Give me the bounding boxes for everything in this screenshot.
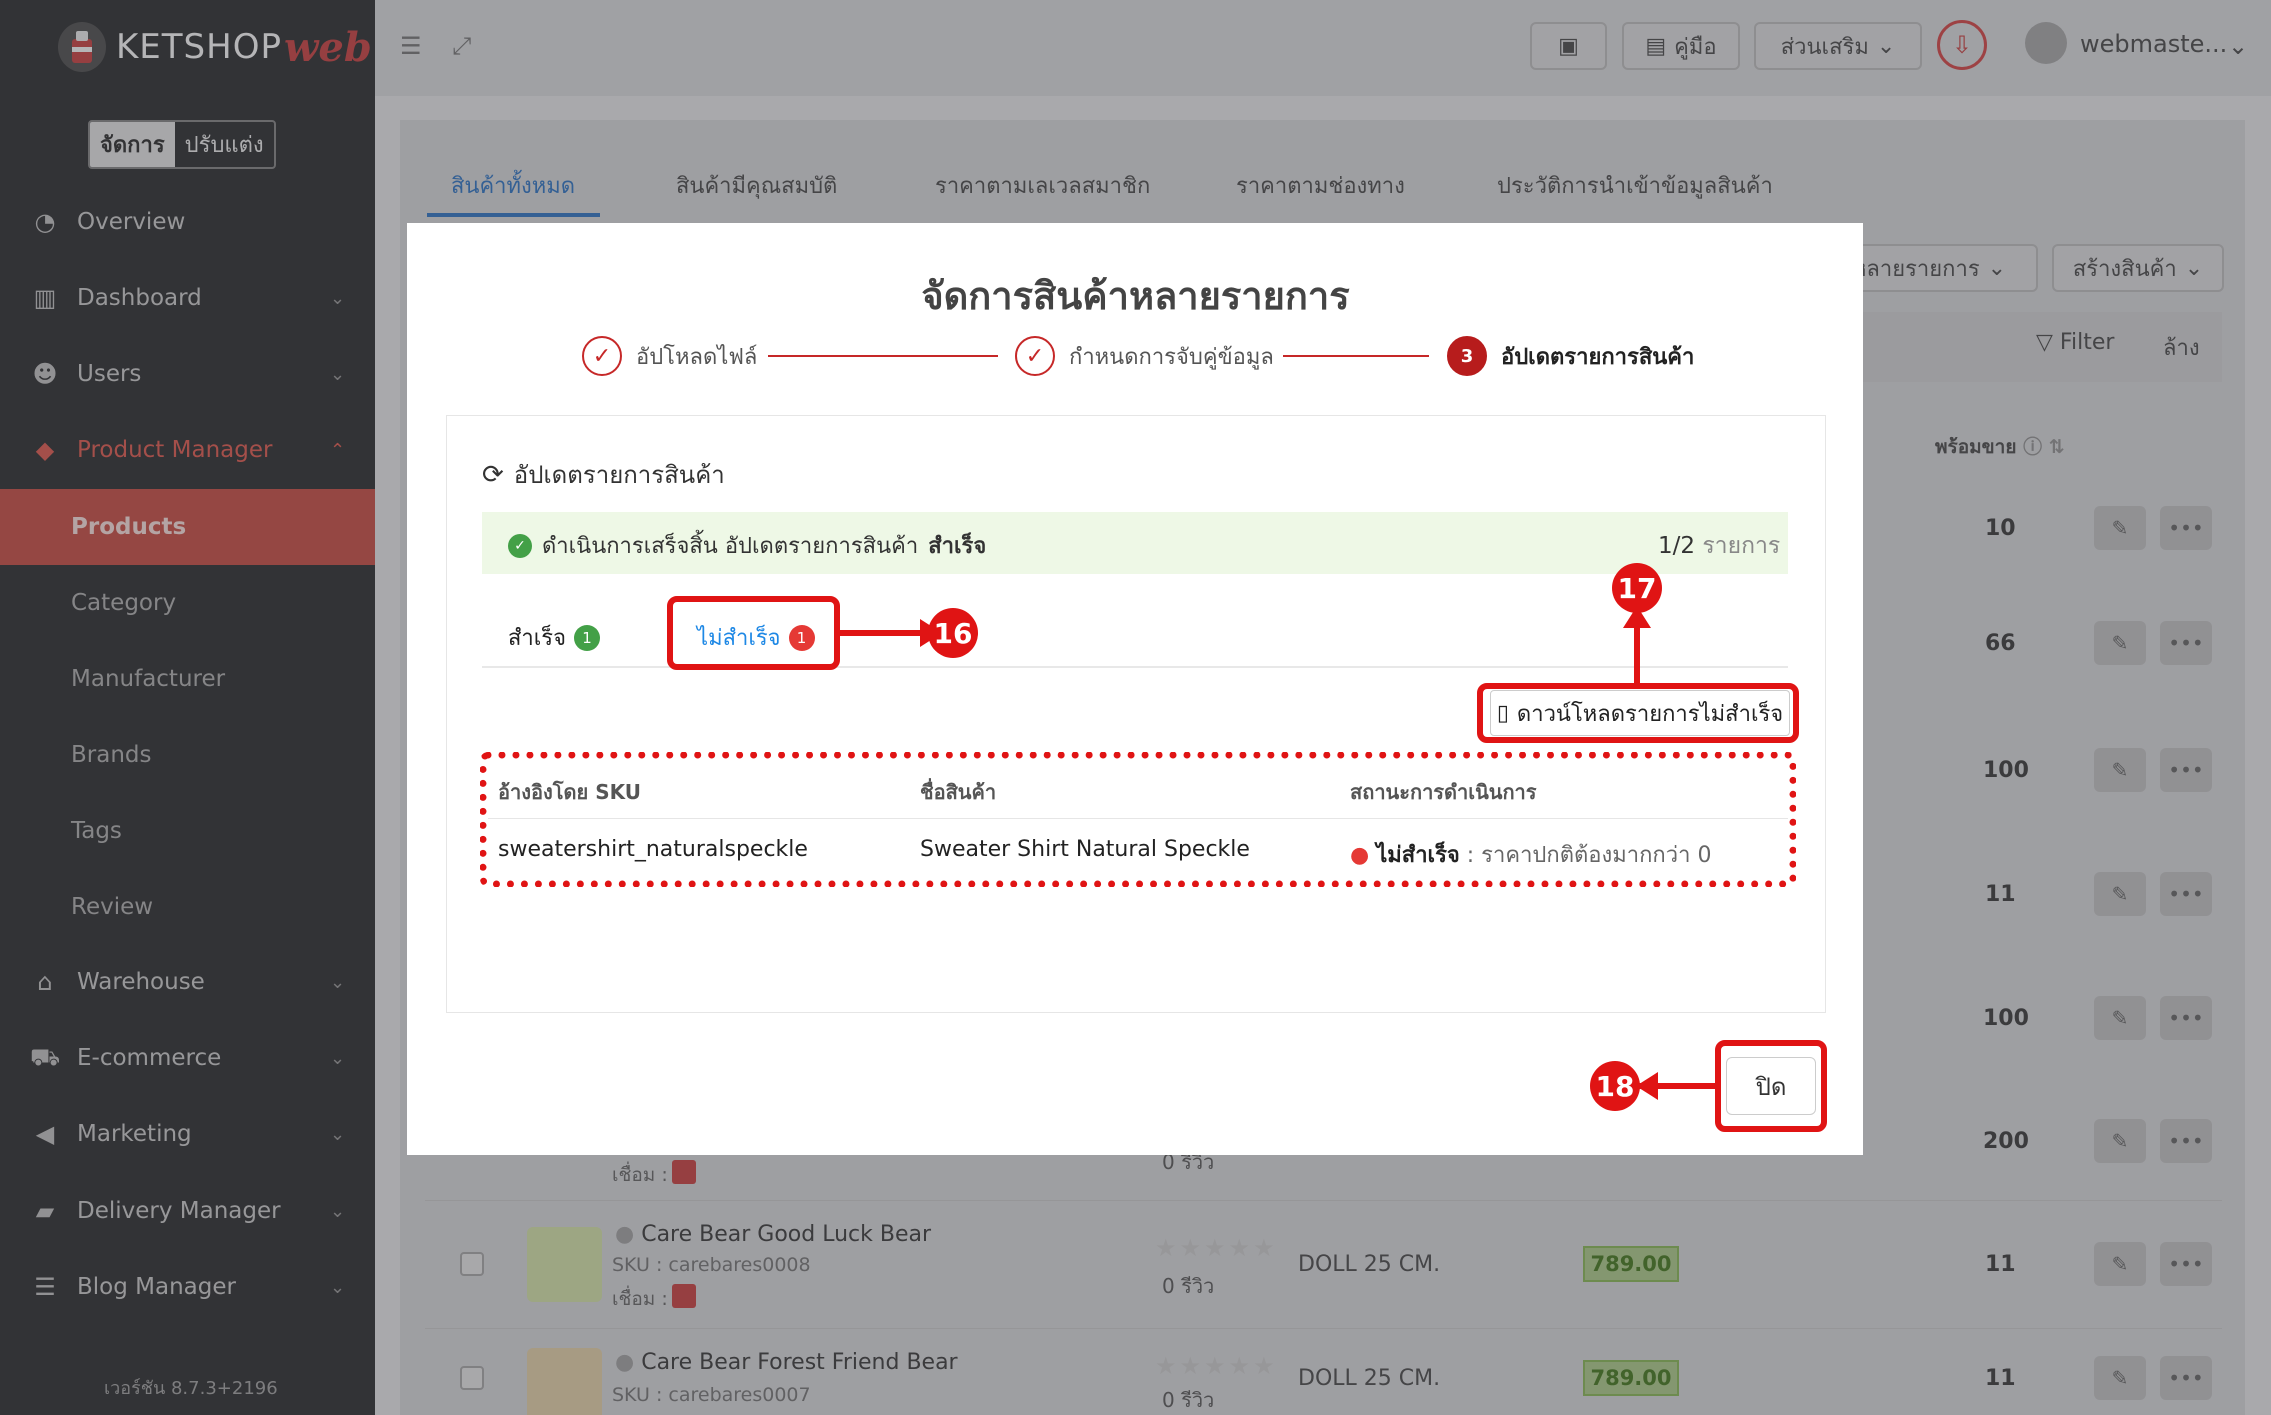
annotation-arrow [840, 630, 928, 636]
section-title: ⟳ อัปเดตรายการสินค้า [482, 455, 725, 494]
count-unit: รายการ [1702, 533, 1781, 559]
annotation-arrow [1634, 620, 1640, 683]
annotation-marker-16: 16 [928, 608, 978, 658]
tab-success-count: 1 [574, 624, 601, 651]
step-update: 3 อัปเดตรายการสินค้า [1447, 336, 1694, 376]
result-prefix: ดำเนินการเสร็จสิ้น อัปเดตรายการสินค้า [542, 534, 919, 559]
step-connector [768, 355, 998, 357]
step-label: อัปเดตรายการสินค้า [1501, 344, 1695, 370]
modal-title: จัดการสินค้าหลายรายการ [921, 274, 1350, 318]
annotation-box-failed-tab [667, 596, 840, 670]
step-label: อัปโหลดไฟล์ [636, 344, 758, 370]
step-number: 3 [1447, 336, 1487, 376]
step-label: กำหนดการจับคู่ข้อมูล [1069, 344, 1274, 370]
result-text: ✓ ดำเนินการเสร็จสิ้น อัปเดตรายการสินค้า สำ… [508, 528, 986, 563]
annotation-box-failed-table [480, 752, 1796, 887]
step-mapping: ✓ กำหนดการจับคู่ข้อมูล [1015, 336, 1274, 376]
annotation-marker-17: 17 [1612, 563, 1662, 613]
step-connector [1283, 355, 1429, 357]
section-title-text: อัปเดตรายการสินค้า [513, 461, 725, 489]
annotation-box-close [1715, 1040, 1827, 1132]
check-circle-icon: ✓ [508, 533, 532, 558]
annotation-box-download [1477, 683, 1799, 743]
annotation-marker-18: 18 [1590, 1061, 1640, 1111]
result-count: 1/2 รายการ [1658, 528, 1780, 564]
tab-success[interactable]: สำเร็จ 1 [508, 620, 601, 655]
refresh-icon: ⟳ [482, 459, 504, 490]
check-icon: ✓ [582, 336, 622, 376]
result-status: สำเร็จ [928, 534, 987, 559]
step-upload: ✓ อัปโหลดไฟล์ [582, 336, 757, 376]
tab-success-label: สำเร็จ [508, 626, 567, 651]
count-value: 1/2 [1658, 533, 1696, 559]
check-icon: ✓ [1015, 336, 1055, 376]
